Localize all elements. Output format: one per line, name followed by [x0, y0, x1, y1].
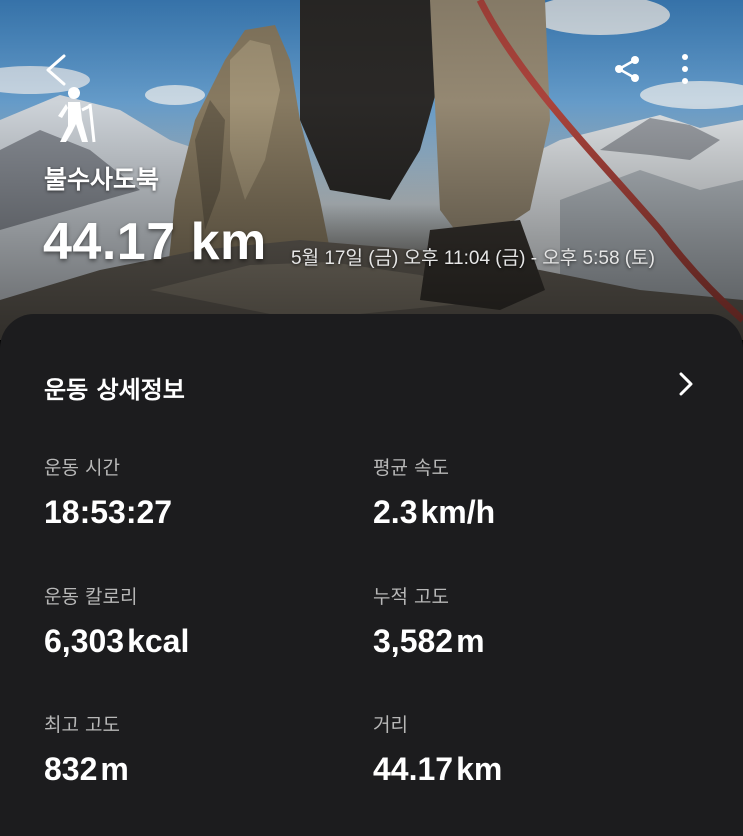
stat-value: 832m — [44, 751, 129, 787]
stat-average-speed: 평균 속도 2.3km/h — [373, 453, 673, 531]
stat-value: 3,582m — [373, 623, 485, 659]
stat-distance: 거리 44.17km — [373, 710, 673, 788]
stat-value: 2.3km/h — [373, 494, 496, 530]
total-distance: 44.17 km — [43, 213, 267, 271]
more-icon[interactable] — [672, 52, 698, 86]
date-range: 5월 17일 (금) 오후 11:04 (금) - 오후 5:58 (토) — [291, 248, 655, 269]
section-title: 운동 상세정보 — [44, 376, 185, 404]
hero-photo: 불수사도북 44.17 km 5월 17일 (금) 오후 11:04 (금) -… — [0, 0, 743, 340]
workout-details-card: 운동 상세정보 운동 시간 18:53:27 평균 속도 2.3km/h 운동 … — [0, 314, 743, 836]
stat-max-elevation: 최고 고도 832m — [44, 710, 344, 788]
share-icon[interactable] — [612, 54, 642, 84]
activity-name: 불수사도북 — [44, 165, 160, 194]
chevron-right-icon — [679, 372, 693, 396]
stat-label: 운동 시간 — [44, 457, 120, 479]
stat-calories: 운동 칼로리 6,303kcal — [44, 582, 344, 660]
workout-details-header[interactable]: 운동 상세정보 — [44, 366, 703, 406]
stat-value: 18:53:27 — [44, 494, 173, 530]
stat-label: 운동 칼로리 — [44, 586, 138, 608]
stat-label: 거리 — [373, 714, 408, 736]
stat-exercise-time: 운동 시간 18:53:27 — [44, 453, 344, 531]
stat-elevation-gain: 누적 고도 3,582m — [373, 582, 673, 660]
stat-label: 누적 고도 — [373, 586, 449, 608]
back-icon[interactable] — [40, 52, 72, 88]
hiking-icon — [58, 87, 96, 143]
stat-label: 평균 속도 — [373, 457, 449, 479]
stat-value: 6,303kcal — [44, 623, 190, 659]
stat-value: 44.17km — [373, 751, 503, 787]
stat-label: 최고 고도 — [44, 714, 120, 736]
